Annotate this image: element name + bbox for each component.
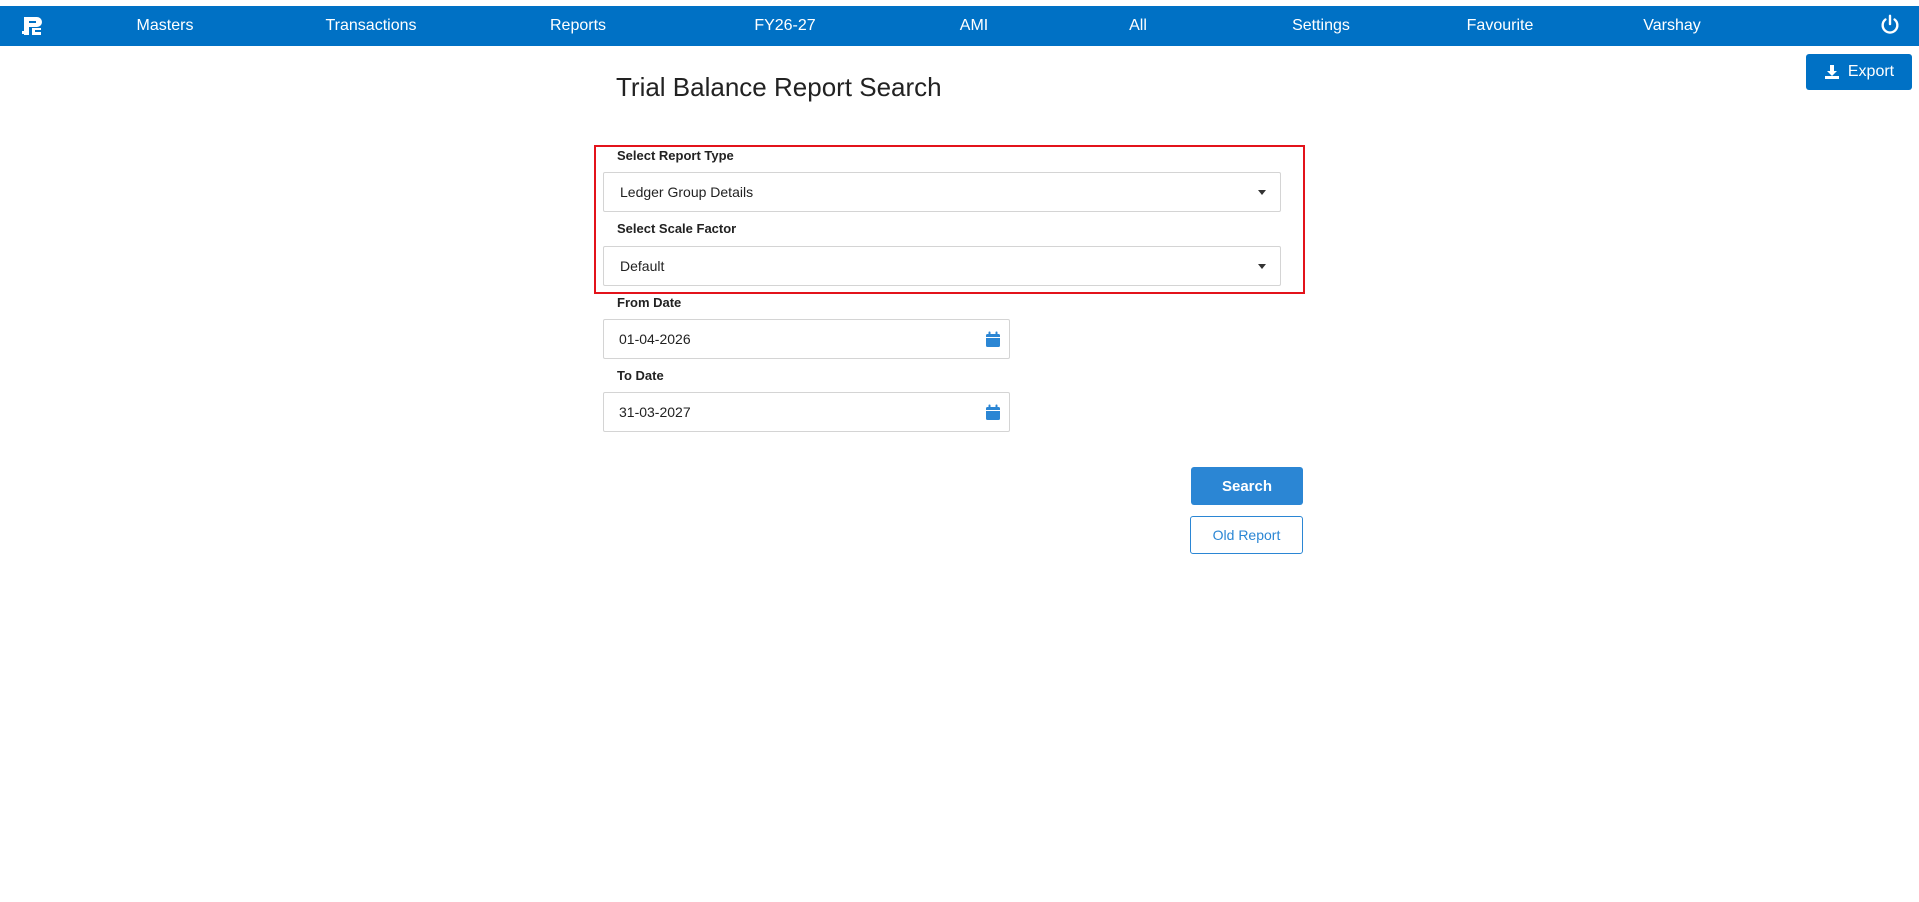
download-icon: [1824, 65, 1839, 79]
top-navbar: Masters Transactions Reports FY26-27 AMI…: [0, 6, 1919, 46]
nav-item-ami[interactable]: AMI: [960, 6, 988, 46]
export-button-label: Export: [1847, 63, 1895, 80]
old-report-button[interactable]: Old Report: [1190, 516, 1303, 554]
report-type-select[interactable]: Ledger Group Details: [603, 172, 1281, 212]
nav-item-settings[interactable]: Settings: [1292, 6, 1350, 46]
to-date-value: 31-03-2027: [619, 404, 691, 420]
page-title: Trial Balance Report Search: [616, 72, 942, 102]
nav-item-all[interactable]: All: [1129, 6, 1147, 46]
scale-factor-value: Default: [620, 258, 665, 274]
from-date-input[interactable]: 01-04-2026: [603, 319, 1010, 359]
from-date-label: From Date: [617, 295, 682, 310]
app-logo-icon[interactable]: [20, 14, 44, 38]
nav-item-user[interactable]: Varshay: [1643, 6, 1701, 46]
scale-factor-label: Select Scale Factor: [617, 221, 737, 236]
nav-item-favourite[interactable]: Favourite: [1467, 6, 1534, 46]
nav-item-transactions[interactable]: Transactions: [326, 6, 417, 46]
chevron-down-icon: [1258, 264, 1266, 269]
report-type-label: Select Report Type: [617, 148, 734, 163]
search-button[interactable]: Search: [1191, 467, 1303, 505]
calendar-icon[interactable]: [985, 331, 1001, 348]
scale-factor-select[interactable]: Default: [603, 246, 1281, 286]
report-type-value: Ledger Group Details: [620, 184, 754, 200]
nav-item-financial-year[interactable]: FY26-27: [754, 6, 815, 46]
power-icon[interactable]: [1879, 14, 1901, 36]
to-date-input[interactable]: 31-03-2027: [603, 392, 1010, 432]
nav-item-reports[interactable]: Reports: [550, 6, 606, 46]
nav-item-masters[interactable]: Masters: [137, 6, 194, 46]
export-button[interactable]: Export: [1806, 54, 1912, 90]
calendar-icon[interactable]: [985, 404, 1001, 421]
to-date-label: To Date: [617, 368, 664, 383]
from-date-value: 01-04-2026: [619, 331, 691, 347]
chevron-down-icon: [1258, 190, 1266, 195]
